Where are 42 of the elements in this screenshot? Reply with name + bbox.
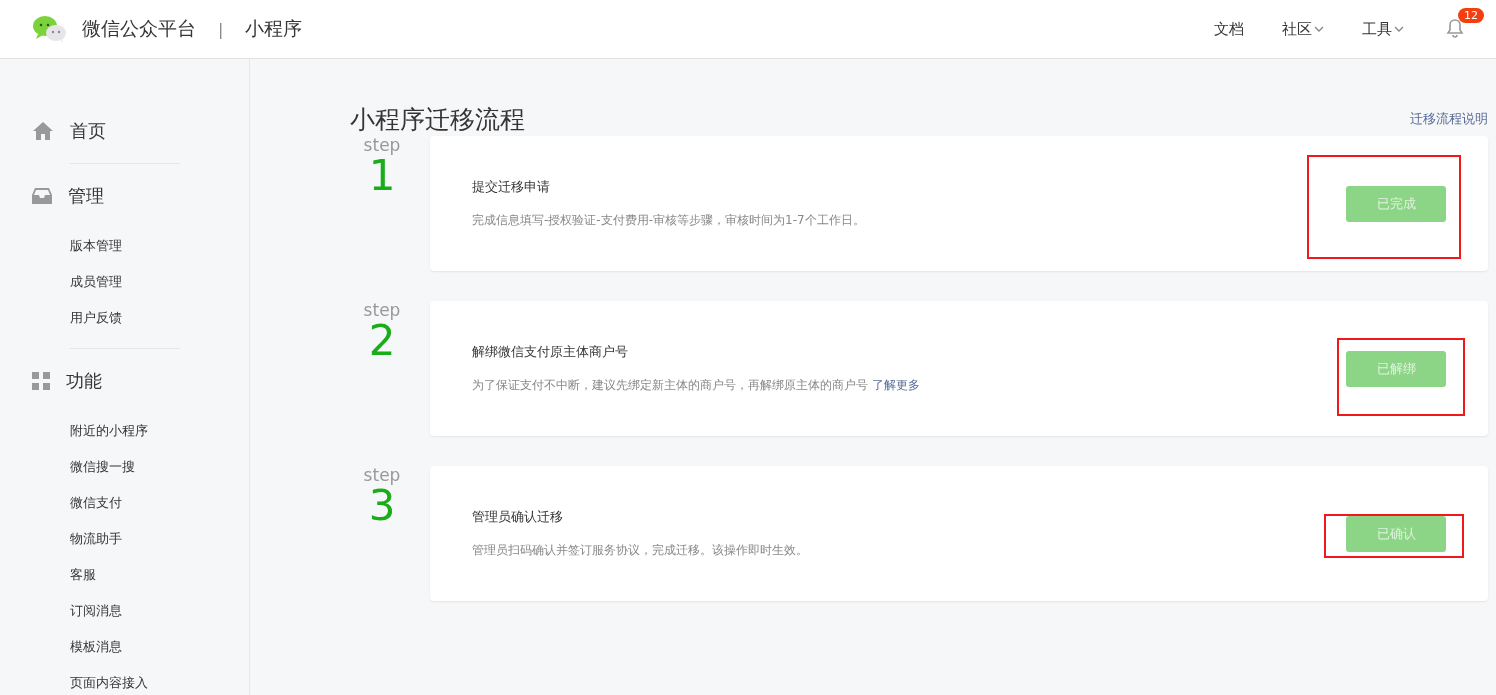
step-label: step [363,301,401,319]
step-description: 完成信息填写-授权验证-支付费用-审核等步骤，审核时间为1-7个工作日。 [472,211,866,229]
step-label: step [363,466,401,484]
sidebar-item[interactable]: 模板消息 [70,629,249,665]
chat-bubbles-logo [32,15,68,43]
chevron-down-icon [1394,26,1404,32]
step-description: 管理员扫码确认并签订服务协议，完成迁移。该操作即时生效。 [472,541,809,559]
nav-link[interactable]: 工具 [1362,19,1404,39]
sidebar-section-title[interactable]: 功能 [66,369,102,393]
step-description: 为了保证支付不中断，建议先绑定新主体的商户号，再解绑原主体的商户号 了解更多 [472,376,921,394]
sidebar-item[interactable]: 版本管理 [70,228,249,264]
sidebar-item[interactable]: 附近的小程序 [70,413,249,449]
sidebar-item[interactable]: 用户反馈 [70,300,249,336]
nav-link[interactable]: 社区 [1282,19,1324,39]
sidebar-item[interactable]: 物流助手 [70,521,249,557]
sidebar-item[interactable]: 微信支付 [70,485,249,521]
step-title: 管理员确认迁移 [472,508,564,526]
brand-name: 微信公众平台 [82,16,196,41]
bell-icon[interactable] [1446,18,1464,38]
notification-badge: 12 [1458,8,1484,23]
brand-divider: | [218,19,224,39]
sidebar-item[interactable]: 页面内容接入 [70,665,249,695]
chevron-down-icon [1314,26,1324,32]
sidebar-item[interactable]: 微信搜一搜 [70,449,249,485]
sidebar-item[interactable]: 客服 [70,557,249,593]
step-label: step [363,136,401,154]
sidebar-section-title[interactable]: 首页 [70,119,106,143]
home-icon [32,121,54,141]
sidebar-section-title[interactable]: 管理 [68,184,104,208]
product-name: 小程序 [245,16,303,41]
nav-link[interactable]: 文档 [1214,19,1244,39]
step-number: 1 [368,154,396,198]
inbox-icon [32,188,52,204]
page-title: 小程序迁移流程 [350,103,525,136]
sidebar-item[interactable]: 订阅消息 [70,593,249,629]
step-title: 提交迁移申请 [472,178,551,196]
sidebar-item[interactable]: 成员管理 [70,264,249,300]
grid-icon [32,372,50,390]
help-link[interactable]: 迁移流程说明 [1410,110,1488,128]
step-title: 解绑微信支付原主体商户号 [472,343,629,361]
step-number: 3 [368,484,396,528]
step-number: 2 [368,319,396,363]
